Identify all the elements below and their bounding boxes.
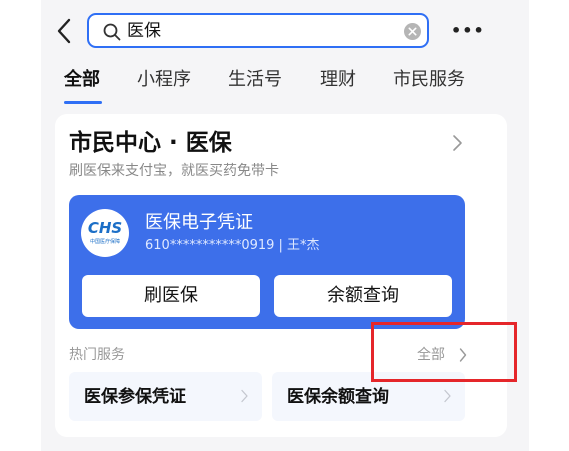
- tab-finance[interactable]: 理财: [320, 67, 356, 93]
- tab-life-accounts[interactable]: 生活号: [228, 67, 282, 93]
- chs-logo: CHS 中国医疗保障: [81, 209, 129, 257]
- service-item-label: 医保参保凭证: [84, 387, 186, 407]
- card-title[interactable]: 市民中心 · 医保: [69, 128, 232, 158]
- swipe-insurance-button[interactable]: 刷医保: [82, 275, 260, 317]
- chevron-left-icon[interactable]: [54, 16, 76, 46]
- tab-all[interactable]: 全部: [64, 67, 100, 93]
- service-item-label: 医保余额查询: [287, 387, 389, 407]
- card-subtitle: 刷医保来支付宝，就医买药免带卡: [69, 163, 279, 179]
- insurance-certificate-panel[interactable]: CHS 中国医疗保障 医保电子凭证 610***********0919 | 王…: [69, 195, 465, 329]
- balance-query-button[interactable]: 余额查询: [274, 275, 452, 317]
- certificate-id: 610***********0919 | 王*杰: [145, 238, 320, 253]
- hot-services-label: 热门服务: [69, 347, 125, 363]
- service-item-insurance-certificate[interactable]: 医保参保凭证: [69, 372, 262, 421]
- app-screen: 医保 ••• 全部 小程序 生活号 理财 市民服务 市民中心 · 医保 刷医保来…: [41, 0, 529, 451]
- chevron-right-icon: [444, 389, 451, 403]
- certificate-name: 医保电子凭证: [145, 212, 253, 233]
- active-tab-indicator: [64, 101, 102, 104]
- search-bar[interactable]: 医保: [87, 13, 429, 48]
- search-input[interactable]: 医保: [127, 20, 161, 42]
- tab-mini-programs[interactable]: 小程序: [137, 67, 191, 93]
- more-icon[interactable]: •••: [451, 21, 484, 41]
- result-card: 市民中心 · 医保 刷医保来支付宝，就医买药免带卡 CHS 中国医疗保障 医保电…: [55, 114, 507, 437]
- chevron-right-icon: [241, 389, 248, 403]
- highlight-annotation-box: [371, 322, 517, 382]
- search-icon: [103, 23, 121, 41]
- chevron-right-icon[interactable]: [451, 132, 463, 154]
- tab-citizen-services[interactable]: 市民服务: [393, 67, 465, 93]
- chs-logo-text: CHS: [87, 219, 123, 237]
- chs-logo-subtext: 中国医疗保障: [89, 239, 120, 245]
- clear-icon[interactable]: [404, 23, 421, 40]
